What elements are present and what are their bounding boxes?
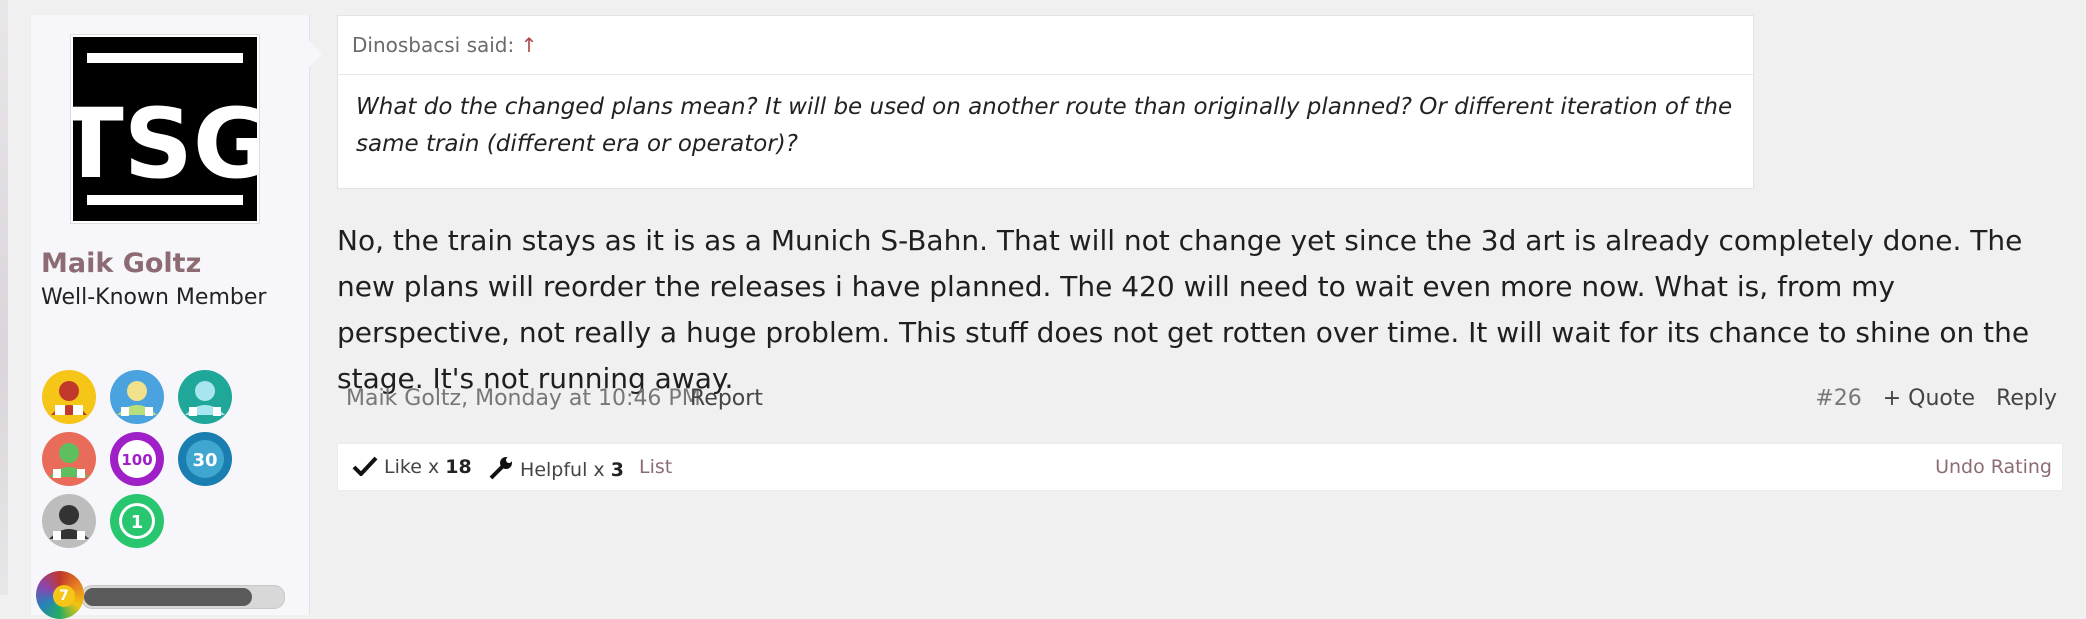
post-author-date[interactable]: Maik Goltz, Monday at 10:46 PM (346, 386, 701, 411)
post-actions: #26 + Quote Reply (1801, 386, 2057, 411)
helpful-reaction[interactable]: Helpful x 3 (488, 456, 624, 481)
post-number[interactable]: #26 (1815, 386, 1861, 411)
level-progress: 7 (36, 553, 306, 619)
trophy-100-icon[interactable]: 100 (109, 431, 165, 487)
user-panel: TSG Maik Goltz Well-Known Member 100 30 … (30, 15, 310, 619)
quote-text: What do the changed plans mean? It will … (356, 94, 1733, 157)
check-icon (352, 456, 378, 477)
reaction-list-link[interactable]: List (639, 456, 672, 478)
like-label: Like x (384, 456, 440, 478)
wrench-icon (489, 457, 512, 480)
trophy-100-label: 100 (121, 451, 152, 469)
avatar[interactable]: TSG (58, 35, 272, 223)
reaction-bar: Like x 18 Helpful x 3 List Undo Rating (337, 443, 2063, 491)
level-badge: 7 (36, 571, 84, 619)
level-progress-bar (81, 585, 285, 609)
report-link[interactable]: Report (690, 386, 763, 411)
user-title: Well-Known Member (41, 285, 267, 310)
quote-button[interactable]: + Quote (1883, 386, 1975, 411)
quote-header: Dinosbacsi said: ↑ (338, 16, 1753, 75)
trophy-gray-icon[interactable] (41, 493, 97, 549)
jump-to-quote-arrow-icon[interactable]: ↑ (521, 33, 538, 57)
quote-author[interactable]: Dinosbacsi said: (352, 33, 514, 57)
username[interactable]: Maik Goltz (41, 248, 201, 279)
level-number: 7 (53, 585, 75, 607)
quote-block: Dinosbacsi said: ↑ What do the changed p… (337, 15, 1754, 189)
trophy-people-icon[interactable] (109, 369, 165, 425)
trophy-30-icon[interactable]: 30 (177, 431, 233, 487)
helpful-count: 3 (610, 459, 624, 481)
trophy-1-icon[interactable]: 1 (109, 493, 165, 549)
trophy-like-icon[interactable] (41, 369, 97, 425)
level-progress-fill (84, 588, 253, 606)
message-arrow (308, 40, 322, 68)
undo-rating-link[interactable]: Undo Rating (1935, 456, 2052, 478)
like-reaction[interactable]: Like x 18 (352, 456, 472, 478)
helpful-label: Helpful x (520, 459, 605, 481)
avatar-logo-text: TSG (73, 88, 257, 200)
trophy-30-label: 30 (192, 450, 217, 471)
reply-button[interactable]: Reply (1996, 386, 2057, 411)
trophy-people-teal-icon[interactable] (177, 369, 233, 425)
background-edge (0, 0, 8, 595)
trophy-green-icon[interactable] (41, 431, 97, 487)
message-footer: Maik Goltz, Monday at 10:46 PM Report #2… (337, 386, 2057, 416)
trophy-1-label: 1 (131, 512, 144, 533)
like-count: 18 (445, 456, 472, 478)
message-body: No, the train stays as it is as a Munich… (337, 224, 2030, 395)
